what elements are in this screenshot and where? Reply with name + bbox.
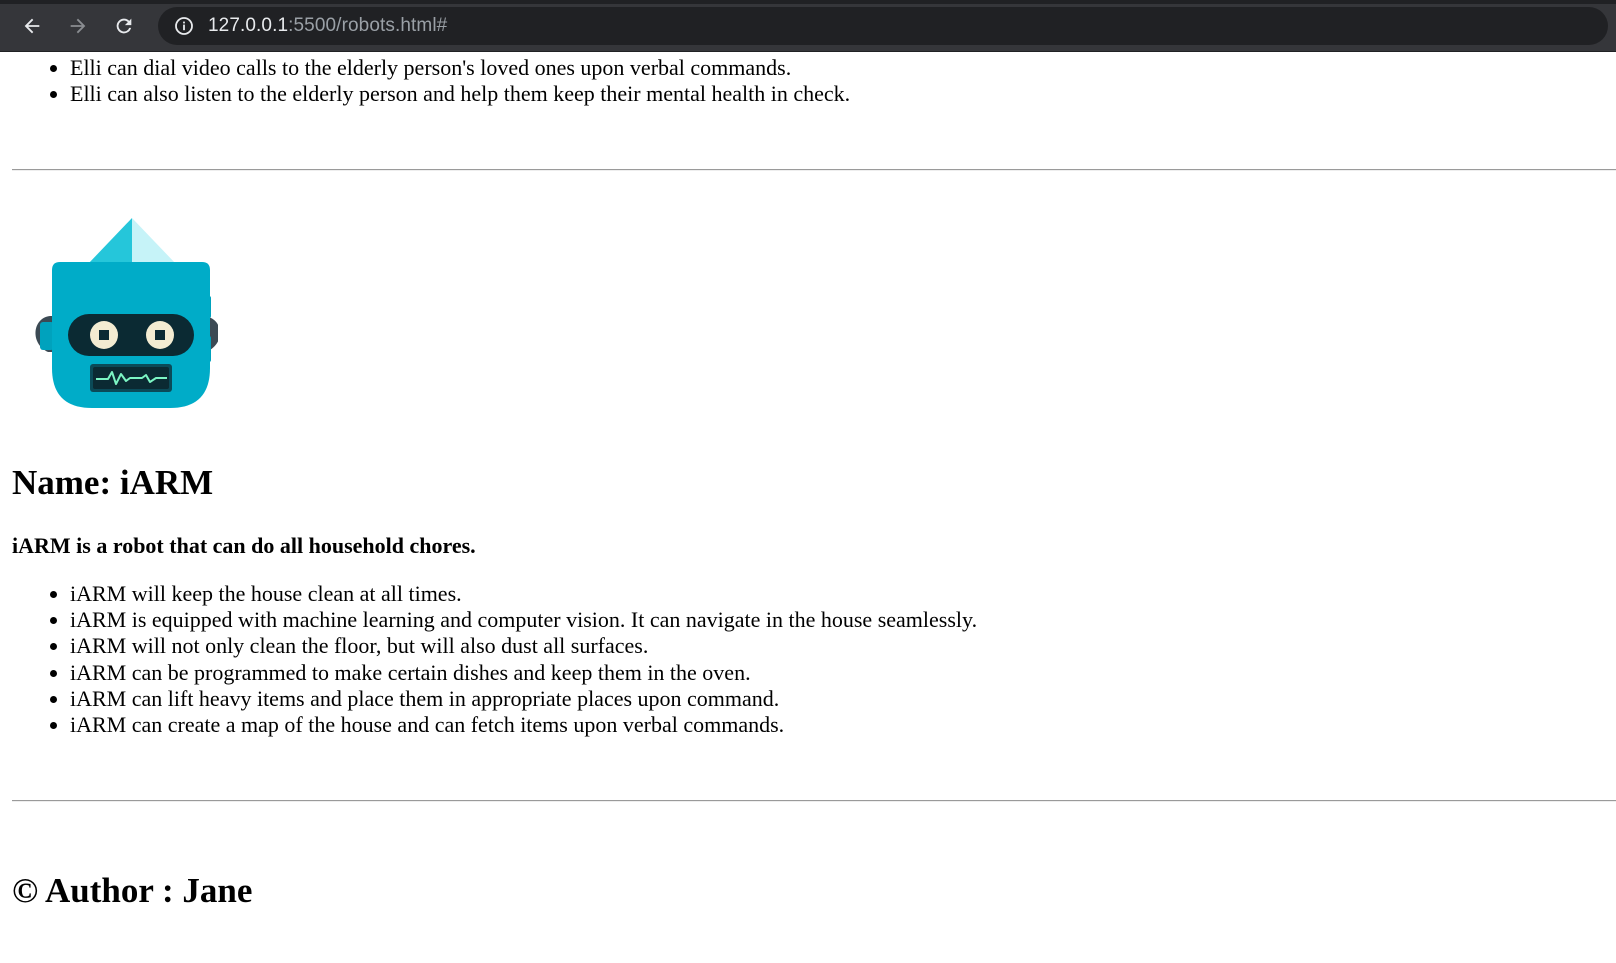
list-item: iARM can be programmed to make certain d… — [70, 660, 977, 686]
elli-feature-list: Elli can dial video calls to the elderly… — [12, 55, 850, 107]
list-item: Elli can dial video calls to the elderly… — [70, 55, 850, 81]
arrow-right-icon — [70, 18, 86, 34]
section-divider — [12, 169, 1616, 171]
tab-strip-edge — [0, 0, 1616, 4]
robot-description: iARM is a robot that can do all househol… — [12, 533, 476, 558]
forward-button[interactable] — [62, 10, 94, 42]
list-item: iARM can lift heavy items and place them… — [70, 686, 977, 712]
iarm-feature-list: iARM will keep the house clean at all ti… — [12, 581, 977, 738]
robot-head-icon — [35, 218, 218, 408]
url-host: 127.0.0.1 — [208, 15, 289, 36]
reload-icon — [116, 18, 132, 34]
section-divider — [12, 800, 1616, 802]
arrow-left-icon — [24, 18, 40, 34]
info-icon[interactable] — [174, 16, 194, 36]
list-item: iARM is equipped with machine learning a… — [70, 607, 977, 633]
author-footer: © Author : Jane — [12, 871, 253, 910]
page-viewport[interactable]: Elli can dial video calls to the elderly… — [0, 53, 1616, 963]
list-item: Elli can also listen to the elderly pers… — [70, 81, 850, 107]
back-button[interactable] — [16, 10, 48, 42]
browser-toolbar: 127.0.0.1:5500/robots.html# — [0, 0, 1616, 52]
list-item: iARM can create a map of the house and c… — [70, 712, 977, 738]
url-text[interactable]: 127.0.0.1:5500/robots.html# — [208, 15, 447, 37]
url-path: :5500/robots.html# — [288, 15, 448, 36]
reload-button[interactable] — [108, 10, 140, 42]
address-bar[interactable]: 127.0.0.1:5500/robots.html# — [158, 7, 1608, 45]
list-item: iARM will keep the house clean at all ti… — [70, 581, 977, 607]
robot-name-heading: Name: iARM — [12, 463, 214, 502]
list-item: iARM will not only clean the floor, but … — [70, 633, 977, 659]
